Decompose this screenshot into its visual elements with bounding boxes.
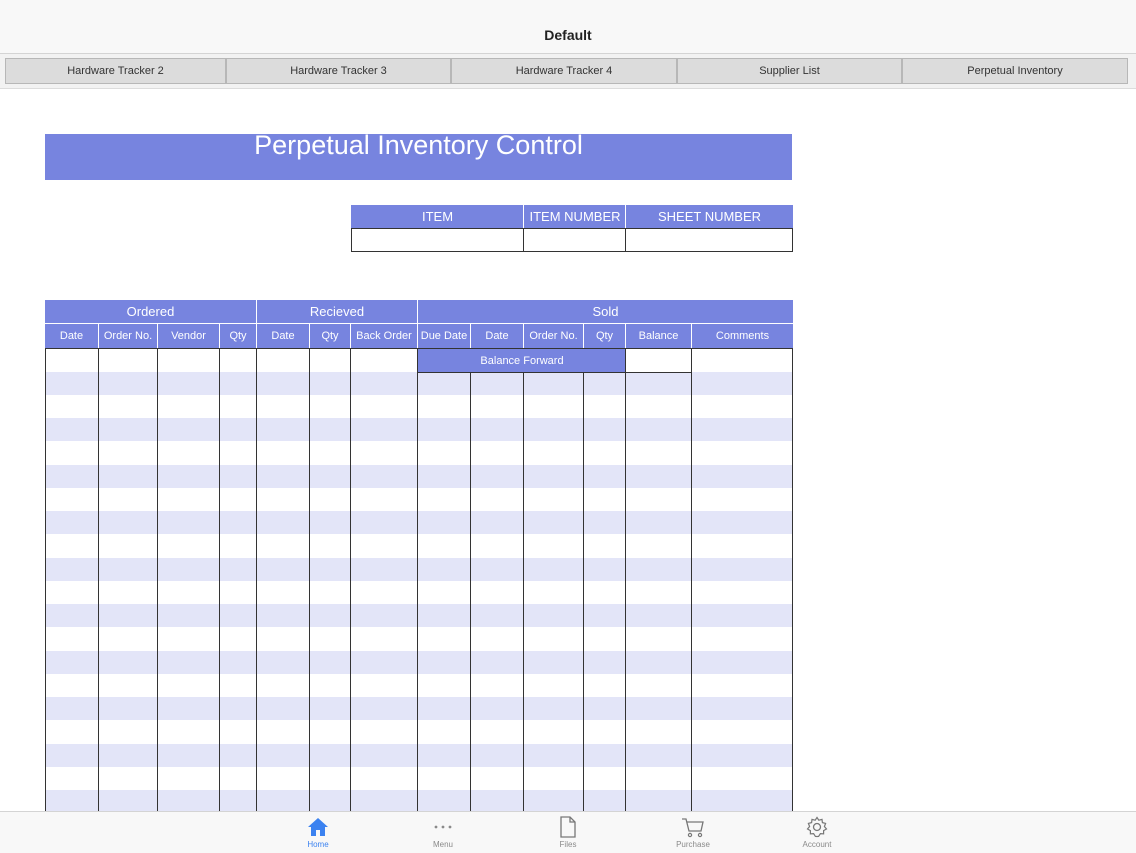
nav-purchase-button[interactable]: Purchase (653, 815, 733, 851)
item-value-divider (625, 228, 626, 252)
col-comments: Comments (692, 324, 793, 348)
col-sold-order-no: Order No. (524, 324, 583, 348)
col-ordered-order-no: Order No. (99, 324, 157, 348)
col-ordered-qty: Qty (220, 324, 256, 348)
col-ordered-vendor: Vendor (158, 324, 219, 348)
sold-group-header: Sold (418, 300, 793, 323)
grid-line (350, 348, 351, 811)
tab-hardware-tracker-2[interactable]: Hardware Tracker 2 (5, 58, 226, 84)
col-balance: Balance (626, 324, 691, 348)
col-received-back-order: Back Order (351, 324, 417, 348)
grid-line (523, 372, 524, 811)
window-title: Default (544, 26, 592, 43)
home-icon (307, 815, 329, 839)
col-received-qty: Qty (310, 324, 350, 348)
col-sold-date: Date (471, 324, 523, 348)
tab-supplier-list[interactable]: Supplier List (677, 58, 902, 84)
sheet-tab-bar: Hardware Tracker 2 Hardware Tracker 3 Ha… (0, 54, 1136, 89)
grid-line (417, 348, 418, 811)
ordered-group-header: Ordered (45, 300, 256, 323)
title-bar: Default (0, 0, 1136, 54)
item-header-divider (523, 205, 524, 228)
grid-line (470, 372, 471, 811)
spreadsheet-area[interactable]: Perpetual Inventory Control ITEM ITEM NU… (0, 89, 1136, 811)
nav-home-button[interactable]: Home (278, 815, 358, 851)
sheet-title: Perpetual Inventory Control (254, 130, 583, 160)
file-icon (559, 815, 577, 839)
grid-line (691, 348, 692, 811)
item-value-cell[interactable] (353, 230, 521, 250)
grid-line (219, 348, 220, 811)
grid-line (45, 348, 46, 811)
sheet-number-value-cell[interactable] (628, 230, 790, 250)
grid-line (625, 348, 626, 811)
nav-account-button[interactable]: Account (777, 815, 857, 851)
item-number-header: ITEM NUMBER (524, 205, 626, 228)
nav-account-label: Account (802, 840, 832, 849)
sheet-number-header: SHEET NUMBER (626, 205, 793, 228)
nav-menu-button[interactable]: Menu (403, 815, 483, 851)
grid-line (792, 348, 793, 811)
col-ordered-date: Date (45, 324, 98, 348)
nav-files-label: Files (559, 840, 577, 849)
tab-hardware-tracker-4[interactable]: Hardware Tracker 4 (451, 58, 677, 84)
item-number-value-cell[interactable] (526, 230, 624, 250)
grid-line (256, 348, 257, 811)
more-icon (432, 815, 454, 839)
cart-icon (681, 815, 705, 839)
item-header: ITEM (351, 205, 524, 228)
nav-home-label: Home (307, 840, 329, 849)
grid-line (157, 348, 158, 811)
nav-menu-label: Menu (432, 840, 453, 849)
tab-perpetual-inventory[interactable]: Perpetual Inventory (902, 58, 1128, 84)
col-sold-due-date: Due Date (418, 324, 470, 348)
col-received-date: Date (257, 324, 309, 348)
col-sold-qty: Qty (584, 324, 625, 348)
nav-files-button[interactable]: Files (528, 815, 608, 851)
grid-line (583, 372, 584, 811)
received-group-header: Recieved (257, 300, 417, 323)
sheet-title-banner: Perpetual Inventory Control (45, 130, 792, 180)
item-value-divider (523, 228, 524, 252)
item-header-divider (625, 205, 626, 228)
nav-purchase-label: Purchase (676, 840, 710, 849)
balance-forward-value[interactable] (626, 349, 692, 372)
tab-hardware-tracker-3[interactable]: Hardware Tracker 3 (226, 58, 451, 84)
balance-forward-underline (418, 372, 692, 373)
bottom-tab-bar: Home Menu Files Purchase Account (0, 811, 1136, 853)
balance-forward-label: Balance Forward (418, 349, 626, 372)
grid-line (309, 348, 310, 811)
gear-icon (806, 815, 828, 839)
grid-line (98, 348, 99, 811)
